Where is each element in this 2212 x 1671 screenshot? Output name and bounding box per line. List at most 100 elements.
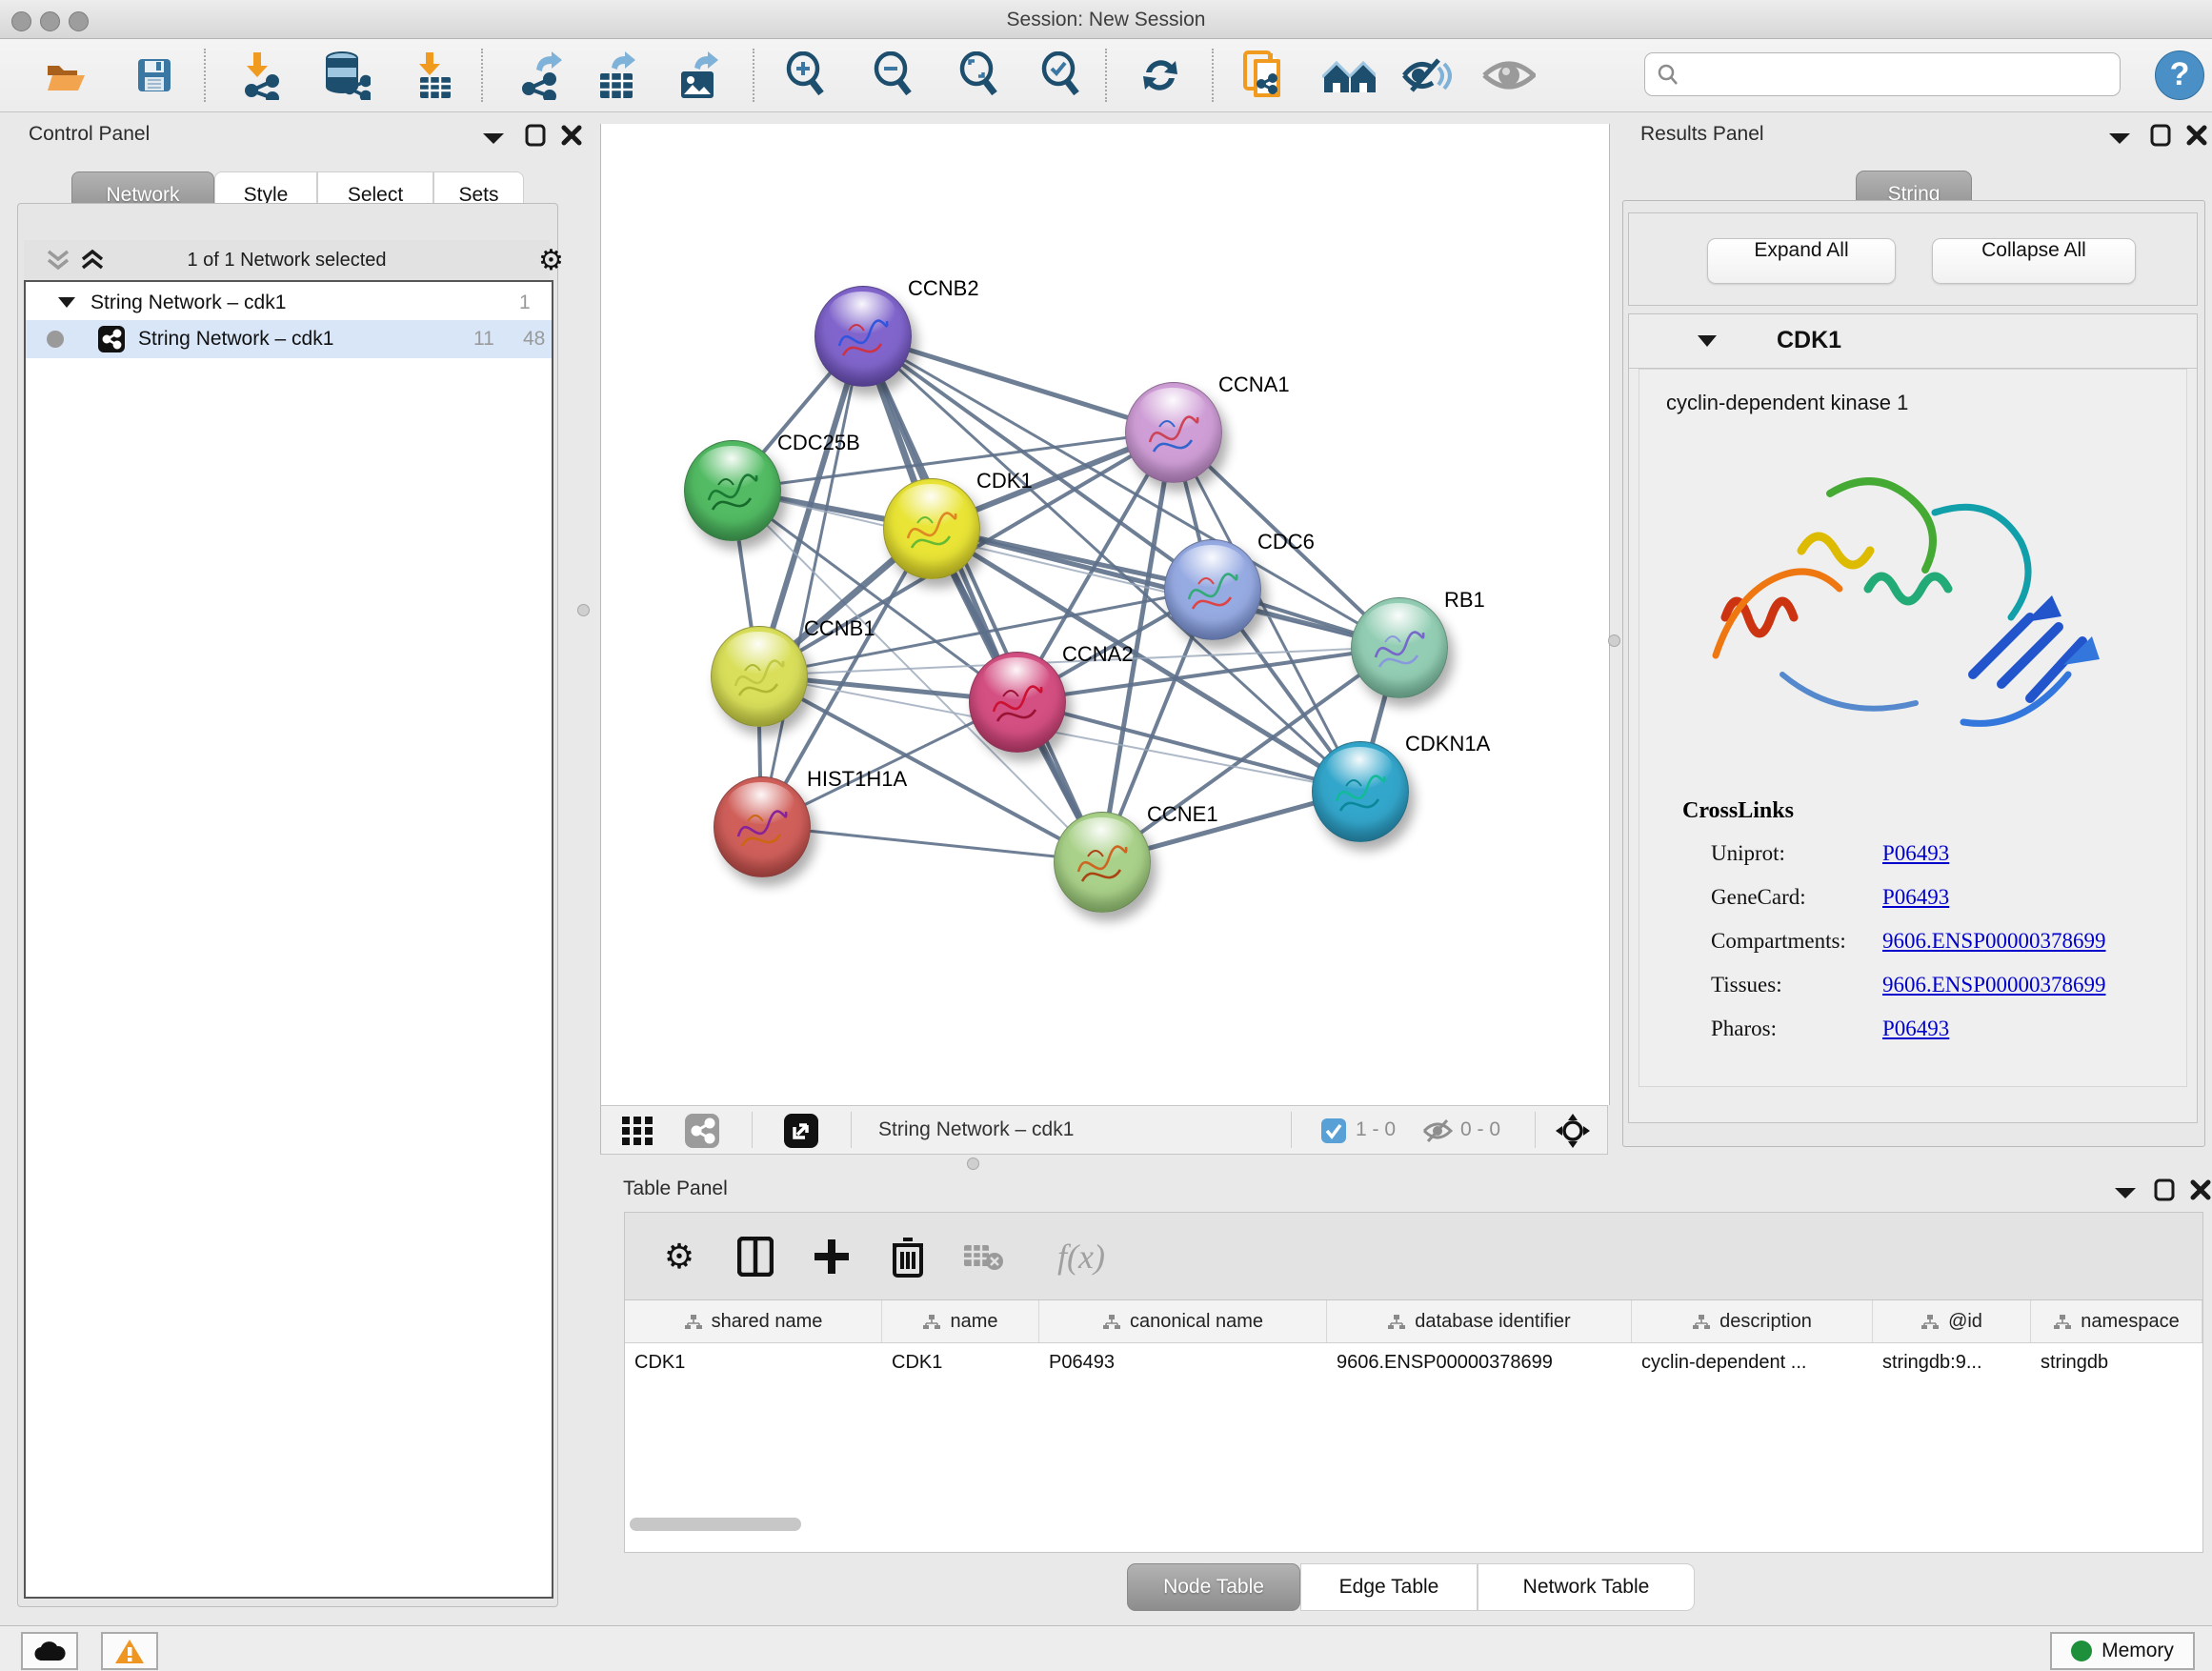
entry-expander-icon[interactable] [1696,333,1719,349]
delete-column-icon[interactable] [886,1235,930,1278]
tab-network-table[interactable]: Network Table [1478,1563,1695,1611]
add-column-icon[interactable] [810,1235,854,1278]
crosslink-link[interactable]: P06493 [1882,885,1949,910]
crosslink-link[interactable]: P06493 [1882,841,1949,866]
network-edge[interactable] [1016,701,1359,791]
birds-eye-view-icon[interactable] [622,1117,654,1150]
protein-ribbon-thumbnail [1069,832,1136,898]
table-cell[interactable]: 9606.ENSP00000378699 [1327,1342,1632,1382]
automation-cloud-button[interactable] [21,1632,78,1670]
node-table[interactable]: shared name name canonical name database… [624,1299,2203,1553]
network-collection-row[interactable]: String Network – cdk1 1 [26,284,552,322]
panel-menu-icon[interactable] [2107,131,2132,146]
eye-icon[interactable] [1482,50,1536,100]
network-node-cdk1[interactable] [883,478,980,579]
zoom-selected-icon[interactable] [1035,50,1088,100]
string-view-icon[interactable] [685,1114,719,1153]
panel-menu-icon[interactable] [2113,1185,2138,1200]
table-cell[interactable]: CDK1 [882,1342,1039,1382]
crosslink-link[interactable]: P06493 [1882,1017,1949,1041]
table-toolbar: ⚙ f(x) [624,1212,2203,1301]
help-button[interactable]: ? [2155,50,2204,100]
export-network-icon[interactable] [513,50,567,100]
column-header-description[interactable]: description [1632,1300,1873,1342]
collapse-all-button[interactable]: Collapse All [1932,238,2136,284]
panel-float-icon[interactable] [2153,1178,2176,1202]
network-node-rb1[interactable] [1351,597,1448,698]
column-header-database-identifier[interactable]: database identifier [1327,1300,1632,1342]
tree-expander-icon[interactable] [56,295,77,311]
zoom-fit-icon[interactable] [953,50,1006,100]
import-database-icon[interactable] [319,50,372,100]
warnings-button[interactable] [101,1632,158,1670]
left-splitter-handle[interactable] [577,604,590,616]
panel-menu-icon[interactable] [481,131,506,146]
column-header-name[interactable]: name [882,1300,1039,1342]
column-type-icon [2053,1314,2072,1330]
column-header--id[interactable]: @id [1873,1300,2031,1342]
search-box[interactable] [1644,52,2121,96]
memory-label: Memory [2101,1640,2174,1662]
table-columns-icon[interactable] [734,1235,777,1278]
zoom-out-icon[interactable] [867,50,920,100]
node-entry-header[interactable]: CDK1 [1629,314,2197,369]
export-table-icon[interactable] [591,50,644,100]
crosslink-link[interactable]: 9606.ENSP00000378699 [1882,973,2106,997]
import-network-icon[interactable] [232,50,286,100]
refresh-icon[interactable] [1134,50,1187,100]
network-view-canvas[interactable]: CCNB2 CCNA1 CDC25B CDK1 CDC6 RB1 [600,124,1610,1105]
table-cell[interactable]: cyclin-dependent ... [1632,1342,1873,1382]
network-row-selected[interactable]: String Network – cdk1 11 48 [26,320,552,358]
crosslink-label: Compartments: [1711,929,1846,954]
network-node-cdkn1a[interactable] [1312,741,1409,842]
panel-float-icon[interactable] [2149,123,2172,148]
show-hide-graphics-icon[interactable] [1400,50,1454,100]
network-edge[interactable] [761,826,1101,861]
crosslink-link[interactable]: 9606.ENSP00000378699 [1882,929,2106,954]
table-gear-icon[interactable]: ⚙ [657,1235,701,1278]
network-node-hist1h1a[interactable] [714,776,811,877]
network-node-cdc25b[interactable] [684,440,781,541]
open-file-icon[interactable] [40,50,93,100]
gear-icon[interactable]: ⚙ [538,244,564,277]
fit-content-crosshair-icon[interactable] [1554,1112,1592,1155]
selected-checkbox-icon[interactable] [1321,1118,1346,1148]
panel-close-icon[interactable] [2185,124,2208,147]
column-header-namespace[interactable]: namespace [2031,1300,2202,1342]
copy-share-document-icon[interactable] [1238,50,1292,100]
window-title: Session: New Session [0,9,2212,31]
expand-all-button[interactable]: Expand All [1707,238,1896,284]
save-session-icon[interactable] [128,50,181,100]
panel-close-icon[interactable] [560,124,583,147]
network-node-ccna2[interactable] [969,652,1066,753]
table-cell[interactable]: CDK1 [625,1342,882,1382]
open-in-window-icon[interactable] [784,1114,818,1153]
bottom-splitter-handle[interactable] [967,1158,979,1170]
network-node-ccna1[interactable] [1125,382,1222,483]
memory-button[interactable]: Memory [2050,1632,2195,1670]
network-node-ccnb2[interactable] [814,286,912,387]
table-cell[interactable]: P06493 [1039,1342,1327,1382]
table-cell[interactable]: stringdb [2031,1342,2202,1382]
zoom-in-icon[interactable] [779,50,833,100]
network-node-ccne1[interactable] [1054,812,1151,913]
search-input[interactable] [1687,63,2101,87]
panel-close-icon[interactable] [2189,1178,2212,1201]
import-table-icon[interactable] [407,50,460,100]
home-icon[interactable] [1322,50,1376,100]
network-node-cdc6[interactable] [1164,539,1261,640]
function-builder-icon[interactable]: f(x) [1038,1235,1124,1278]
tab-node-table[interactable]: Node Table [1127,1563,1300,1611]
export-image-icon[interactable] [672,50,725,100]
table-cell[interactable]: stringdb:9... [1873,1342,2031,1382]
tab-edge-table[interactable]: Edge Table [1300,1563,1478,1611]
network-node-label: CCNB2 [908,276,979,301]
panel-float-icon[interactable] [524,123,547,148]
network-node-ccnb1[interactable] [711,626,808,727]
column-header-canonical-name[interactable]: canonical name [1039,1300,1327,1342]
network-edge[interactable] [761,335,862,826]
right-splitter-handle[interactable] [1608,634,1620,647]
column-header-shared-name[interactable]: shared name [625,1300,882,1342]
horizontal-scrollbar[interactable] [630,1518,801,1531]
delete-table-icon[interactable] [962,1235,1006,1278]
